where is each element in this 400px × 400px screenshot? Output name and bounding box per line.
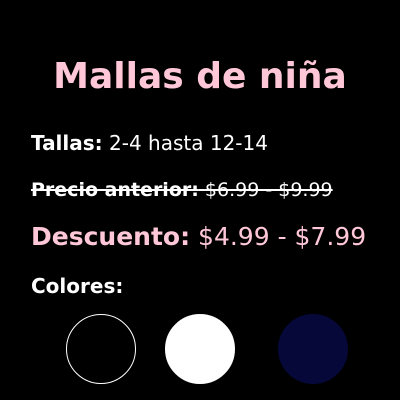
sizes-value: 2-4 hasta 12-14 xyxy=(109,131,268,155)
color-swatch-white[interactable] xyxy=(165,314,235,384)
old-price-row: Precio anterior: $6.99 - $9.99 xyxy=(31,177,333,203)
product-title: Mallas de niña xyxy=(53,56,347,97)
sizes-row: Tallas: 2-4 hasta 12-14 xyxy=(31,130,268,156)
old-price-value: $6.99 - $9.99 xyxy=(204,179,333,201)
discount-row: Descuento: $4.99 - $7.99 xyxy=(31,221,366,253)
colors-row: Colores: xyxy=(31,273,123,299)
sizes-label: Tallas: xyxy=(31,131,103,155)
product-card: Mallas de niña Tallas: 2-4 hasta 12-14 P… xyxy=(0,0,400,400)
color-swatch-black[interactable] xyxy=(66,314,136,384)
old-price-label: Precio anterior: xyxy=(31,179,199,201)
discount-value: $4.99 - $7.99 xyxy=(198,222,367,251)
color-swatch-navy[interactable] xyxy=(278,314,348,384)
discount-label: Descuento: xyxy=(31,222,191,251)
colors-label: Colores: xyxy=(31,274,124,298)
